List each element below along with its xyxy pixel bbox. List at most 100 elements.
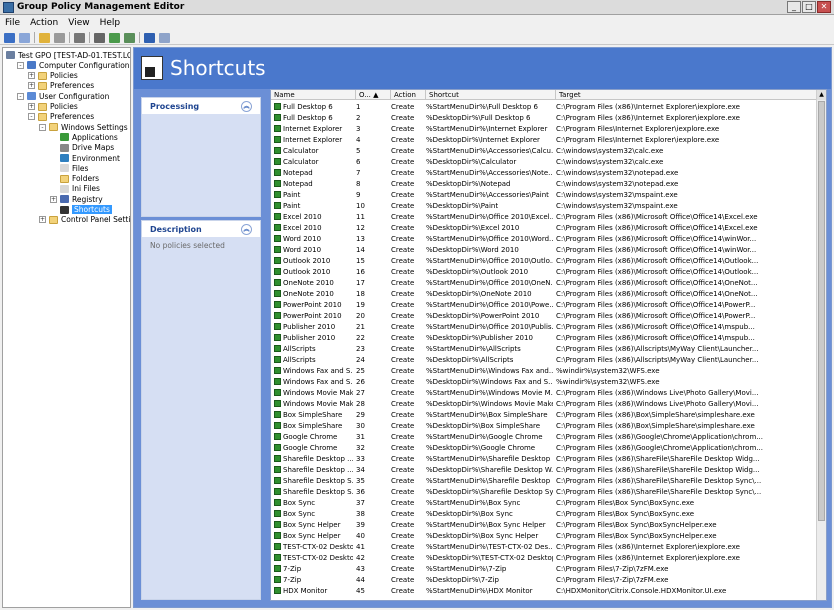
table-row[interactable]: Sharefile Desktop S... 35 Create %StartMenu… [271, 475, 816, 486]
table-row[interactable]: Paint 10 Create %DesktopDir%\Paint C:\window… [271, 200, 816, 211]
table-row[interactable]: Sharefile Desktop ... 34 Create %DesktopDir… [271, 464, 816, 475]
close-button[interactable]: ✕ [817, 1, 831, 13]
column-action[interactable]: Action [391, 90, 426, 100]
menu-help[interactable]: Help [95, 18, 126, 28]
vertical-scrollbar[interactable]: ▲ [816, 90, 826, 600]
export-list-icon[interactable] [124, 32, 135, 43]
table-row[interactable]: Google Chrome 32 Create %DesktopDir%\Google… [271, 442, 816, 453]
table-row[interactable]: Windows Fax and S... 25 Create %StartMenuDi… [271, 365, 816, 376]
tree-node[interactable]: + Policies [28, 102, 78, 112]
tree-node[interactable]: + Registry [50, 194, 103, 204]
table-row[interactable]: Internet Explorer 4 Create %DesktopDir%\Int… [271, 134, 816, 145]
table-row[interactable]: HDX Monitor 45 Create %StartMenuDir%\HDX Mo… [271, 585, 816, 596]
table-row[interactable]: Box Sync Helper 39 Create %StartMenuDir%\Bo… [271, 519, 816, 530]
collapse-icon[interactable]: - [28, 113, 35, 121]
table-row[interactable]: Calculator 6 Create %DesktopDir%\Calculator… [271, 156, 816, 167]
table-row[interactable]: Box Sync Helper 40 Create %DesktopDir%\Box … [271, 530, 816, 541]
table-row[interactable]: Publisher 2010 22 Create %DesktopDir%\Publi… [271, 332, 816, 343]
collapse-icon[interactable]: - [17, 61, 24, 69]
table-row[interactable]: Word 2010 14 Create %DesktopDir%\Word 2010 C… [271, 244, 816, 255]
menu-file[interactable]: File [0, 18, 25, 28]
table-row[interactable]: Box Sync 38 Create %DesktopDir%\Box Sync C:\… [271, 508, 816, 519]
expand-icon[interactable]: + [39, 216, 46, 224]
tree-node[interactable]: - Preferences [28, 112, 94, 122]
tree-node[interactable]: + Control Panel Settings [39, 215, 130, 225]
scroll-up-icon[interactable]: ▲ [817, 90, 826, 100]
collapse-icon[interactable]: ︽ [241, 100, 252, 112]
table-row[interactable]: Excel 2010 12 Create %DesktopDir%\Excel 201… [271, 222, 816, 233]
tree-node[interactable]: Folders [50, 174, 99, 184]
table-row[interactable]: Box Sync 37 Create %StartMenuDir%\Box Sync C… [271, 497, 816, 508]
table-row[interactable]: 7-Zip 43 Create %StartMenuDir%\7-Zip C:\Prog… [271, 563, 816, 574]
tree-node[interactable]: Files [50, 163, 88, 173]
refresh-icon[interactable] [109, 32, 120, 43]
shortcuts-icon [141, 56, 163, 80]
column-order[interactable]: O... ▲ [356, 90, 391, 100]
expand-icon[interactable]: + [28, 82, 35, 90]
tree-node[interactable]: - Windows Settings [39, 122, 128, 132]
table-row[interactable]: Outlook 2010 15 Create %StartMenuDir%\Offic… [271, 255, 816, 266]
tree-node[interactable]: - Computer Configuration [17, 60, 130, 70]
table-row[interactable]: Google Chrome 31 Create %StartMenuDir%\Goog… [271, 431, 816, 442]
table-row[interactable]: PowerPoint 2010 19 Create %StartMenuDir%\Of… [271, 299, 816, 310]
print-icon[interactable] [94, 32, 105, 43]
table-row[interactable]: Windows Movie Maker 27 Create %StartMenuDir… [271, 387, 816, 398]
tree-node[interactable]: Shortcuts [50, 205, 112, 215]
tree-node[interactable]: Applications [50, 132, 118, 142]
table-row[interactable]: Word 2010 13 Create %StartMenuDir%\Office 2… [271, 233, 816, 244]
collapse-icon[interactable]: - [39, 123, 46, 131]
table-row[interactable]: Notepad 8 Create %DesktopDir%\Notepad C:\win… [271, 178, 816, 189]
up-folder-icon[interactable] [39, 32, 50, 43]
table-row[interactable]: Sharefile Desktop S... 36 Create %DesktopDi… [271, 486, 816, 497]
table-row[interactable]: AllScripts 23 Create %StartMenuDir%\AllScri… [271, 343, 816, 354]
back-icon[interactable] [4, 32, 15, 43]
help-icon[interactable] [144, 32, 155, 43]
menu-view[interactable]: View [63, 18, 94, 28]
properties-icon[interactable] [159, 32, 170, 43]
table-row[interactable]: Windows Movie Maker 28 Create %DesktopDir%\… [271, 398, 816, 409]
table-row[interactable]: Windows Fax and S... 26 Create %DesktopDir%… [271, 376, 816, 387]
scroll-thumb[interactable] [818, 101, 825, 521]
table-row[interactable]: Sharefile Desktop ... 33 Create %StartMenuD… [271, 453, 816, 464]
expand-icon[interactable]: + [28, 103, 35, 110]
maximize-button[interactable]: □ [802, 1, 816, 13]
table-row[interactable]: PowerPoint 2010 20 Create %DesktopDir%\Powe… [271, 310, 816, 321]
table-row[interactable]: Calculator 5 Create %StartMenuDir%\Accessor… [271, 145, 816, 156]
tree-node[interactable]: + Preferences [28, 81, 94, 91]
column-name[interactable]: Name [271, 90, 356, 100]
table-row[interactable]: Full Desktop 6 2 Create %DesktopDir%\Full D… [271, 112, 816, 123]
table-row[interactable]: Publisher 2010 21 Create %StartMenuDir%\Off… [271, 321, 816, 332]
cell-action: Create [391, 344, 415, 353]
tree-node[interactable]: + Policies [28, 71, 78, 81]
minimize-button[interactable]: _ [787, 1, 801, 13]
table-row[interactable]: OneNote 2010 18 Create %DesktopDir%\OneNote… [271, 288, 816, 299]
delete-icon[interactable] [74, 32, 85, 43]
tree-node[interactable]: - User Configuration [17, 91, 109, 101]
show-hide-tree-icon[interactable] [54, 32, 65, 43]
tree-node[interactable]: Environment [50, 153, 120, 163]
column-target[interactable]: Target [556, 90, 826, 100]
table-row[interactable]: TEST-CTX-02 Desktop 42 Create %DesktopDir%\… [271, 552, 816, 563]
table-row[interactable]: Box SimpleShare 29 Create %StartMenuDir%\Bo… [271, 409, 816, 420]
expand-icon[interactable]: + [28, 72, 35, 80]
forward-icon[interactable] [19, 32, 30, 43]
expand-icon[interactable]: + [50, 195, 57, 203]
column-shortcut[interactable]: Shortcut [426, 90, 556, 100]
collapse-icon[interactable]: ︽ [241, 223, 252, 235]
tree-node[interactable]: Ini Files [50, 184, 100, 194]
collapse-icon[interactable]: - [17, 92, 24, 100]
table-row[interactable]: Box SimpleShare 30 Create %DesktopDir%\Box … [271, 420, 816, 431]
table-row[interactable]: Internet Explorer 3 Create %StartMenuDir%\I… [271, 123, 816, 134]
tree-node[interactable]: Drive Maps [50, 143, 114, 153]
table-row[interactable]: Full Desktop 6 1 Create %StartMenuDir%\Full… [271, 101, 816, 112]
table-row[interactable]: OneNote 2010 17 Create %StartMenuDir%\Offic… [271, 277, 816, 288]
table-row[interactable]: Outlook 2010 16 Create %DesktopDir%\Outlook… [271, 266, 816, 277]
tree-node[interactable]: Test GPO [TEST-AD-01.TEST.LOCA [6, 50, 130, 60]
table-row[interactable]: AllScripts 24 Create %DesktopDir%\AllScript… [271, 354, 816, 365]
table-row[interactable]: TEST-CTX-02 Desktop 41 Create %StartMenuDir… [271, 541, 816, 552]
table-row[interactable]: Paint 9 Create %StartMenuDir%\Accessories\P… [271, 189, 816, 200]
menu-action[interactable]: Action [25, 18, 63, 28]
table-row[interactable]: Notepad 7 Create %StartMenuDir%\Accessories… [271, 167, 816, 178]
table-row[interactable]: Excel 2010 11 Create %StartMenuDir%\Office … [271, 211, 816, 222]
table-row[interactable]: 7-Zip 44 Create %DesktopDir%\7-Zip C:\Progra… [271, 574, 816, 585]
